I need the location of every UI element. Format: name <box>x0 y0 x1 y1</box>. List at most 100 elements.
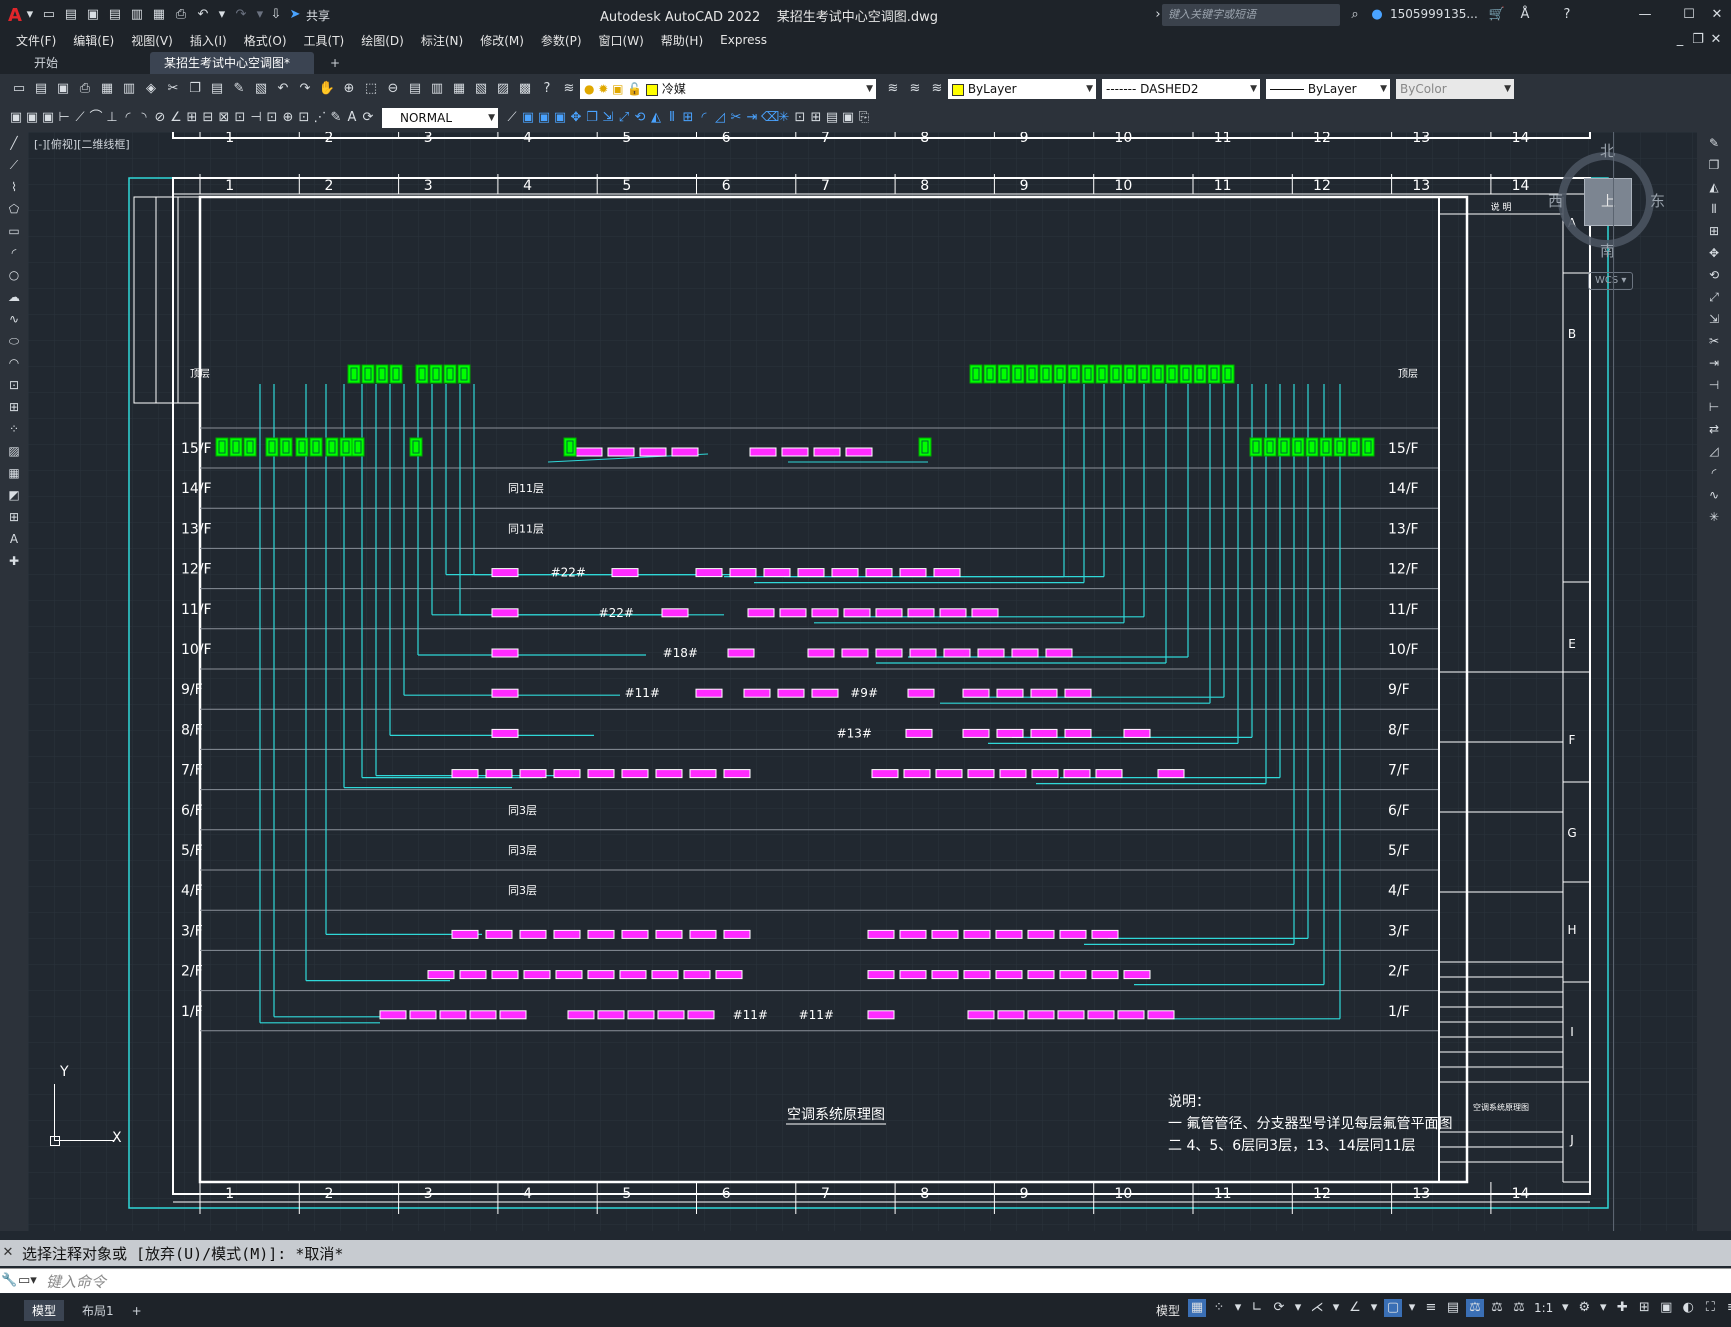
layer-dropdown[interactable]: ● ✹ ▣ 🔓 冷媒 ▼ <box>580 79 876 99</box>
modify-icon[interactable]: ▣ <box>521 109 535 127</box>
menu-dimension[interactable]: 标注(N) <box>421 32 463 49</box>
calculator-icon[interactable]: ▩ <box>516 80 534 98</box>
offset-icon[interactable]: ⫴ <box>665 109 679 127</box>
ellipse-arc-icon[interactable]: ◠ <box>7 354 21 372</box>
plotstyle-dropdown[interactable]: ByColor ▼ <box>1396 79 1514 99</box>
dim-linear-icon[interactable]: ⊢ <box>57 109 71 127</box>
trim-icon[interactable]: ✂ <box>729 109 743 127</box>
menu-tools[interactable]: 工具(T) <box>304 32 345 49</box>
tolerance-icon[interactable]: ⊡ <box>265 109 279 127</box>
zoom-previous-icon[interactable]: ⊖ <box>384 80 402 98</box>
chevron-down-icon[interactable]: ▾ <box>1329 1299 1343 1317</box>
fillet-icon[interactable]: ◜ <box>697 109 711 127</box>
otrack-icon[interactable]: ∠ <box>1346 1299 1364 1317</box>
polar-icon[interactable]: ⟳ <box>1270 1299 1288 1317</box>
ortho-icon[interactable]: ∟ <box>1248 1299 1266 1317</box>
tab-model[interactable]: 模型 <box>24 1300 65 1321</box>
erase-icon[interactable]: ⌫ <box>761 109 779 127</box>
group-icon[interactable]: ▣ <box>841 109 855 127</box>
saveas-icon[interactable]: ▤ <box>106 6 124 24</box>
region-icon[interactable]: ◩ <box>7 486 21 504</box>
doc-minimize-icon[interactable]: _ <box>1673 31 1687 49</box>
explode-icon[interactable]: ✳ <box>1707 508 1721 526</box>
toolbar-icon[interactable]: ▣ <box>41 109 55 127</box>
drawing-canvas[interactable]: 1 2 3 4 5 6 7 8 9 10 11 12 13 14 1 2 3 4 5 6 7 8 9 10 11 12 13 14 1 2… <box>28 132 1697 1231</box>
inspection-icon[interactable]: ⊡ <box>297 109 311 127</box>
polygon-icon[interactable]: ⬠ <box>7 200 21 218</box>
toolbar-icon[interactable]: ▣ <box>9 109 23 127</box>
customize-qat-icon[interactable]: ⇩ <box>269 6 283 24</box>
modify-icon[interactable]: ▣ <box>537 109 551 127</box>
dim-arclength-icon[interactable]: ⌒ <box>89 109 103 127</box>
blend-icon[interactable]: ∿ <box>1707 486 1721 504</box>
annotation-scale-icon[interactable]: ⚖ <box>1510 1299 1528 1317</box>
new-icon[interactable]: ▭ <box>40 6 58 24</box>
make-block-icon[interactable]: ⊞ <box>809 109 823 127</box>
osnap-icon[interactable]: ▢ <box>1384 1299 1402 1317</box>
arc-icon[interactable]: ◜ <box>7 244 21 262</box>
rectangle-icon[interactable]: ▭ <box>7 222 21 240</box>
grid-icon[interactable]: ▦ <box>1188 1299 1206 1317</box>
redo-icon[interactable]: ↷ <box>296 80 314 98</box>
jogged-linear-icon[interactable]: ⋰ <box>313 109 327 127</box>
annotation-visibility-icon[interactable]: ⚖ <box>1466 1299 1484 1317</box>
ellipse-icon[interactable]: ⬭ <box>7 332 21 350</box>
menu-draw[interactable]: 绘图(D) <box>361 32 404 49</box>
zoom-realtime-icon[interactable]: ⊕ <box>340 80 358 98</box>
save-icon[interactable]: ▣ <box>54 80 72 98</box>
autoscale-icon[interactable]: ⚖ <box>1488 1299 1506 1317</box>
layer-state-icon[interactable]: ≋ <box>928 80 946 98</box>
customize-icon[interactable]: 🔧 <box>1 1272 17 1290</box>
share-button[interactable]: 共享 <box>306 7 330 24</box>
rotate-icon[interactable]: ⟲ <box>1707 266 1721 284</box>
chamfer-icon[interactable]: ◿ <box>1707 442 1721 460</box>
command-line[interactable]: 🔧 ▭▾ 键入命令 <box>0 1268 1731 1293</box>
viewcube-top-face[interactable]: 上 <box>1584 178 1632 226</box>
join-icon[interactable]: ⇄ <box>1707 420 1721 438</box>
chevron-down-icon[interactable]: ▾ <box>1405 1299 1419 1317</box>
doc-close-icon[interactable]: ✕ <box>1709 31 1723 49</box>
array-icon[interactable]: ⊞ <box>1707 222 1721 240</box>
new-tab-button[interactable]: + <box>316 52 354 74</box>
dim-jogged-icon[interactable]: ◝ <box>137 109 151 127</box>
cut-icon[interactable]: ✂ <box>164 80 182 98</box>
chevron-down-icon[interactable]: ▾ <box>1367 1299 1381 1317</box>
linetype-dropdown[interactable]: ------- DASHED2 ▼ <box>1102 79 1260 99</box>
units-icon[interactable]: ⊞ <box>1635 1299 1653 1317</box>
dim-space-icon[interactable]: ⊡ <box>233 109 247 127</box>
circle-icon[interactable]: ○ <box>7 266 21 284</box>
layer-previous-icon[interactable]: ≋ <box>906 80 924 98</box>
drawing-svg[interactable]: 1 2 3 4 5 6 7 8 9 10 11 12 13 141 2 3 4 5 6 7 8 9 10 11 12 13 141 2… <box>28 132 1697 1231</box>
publish-icon[interactable]: ▥ <box>128 6 146 24</box>
clean-screen-icon[interactable]: ⛶ <box>1701 1299 1719 1317</box>
copy-icon[interactable]: ❐ <box>1707 156 1721 174</box>
attribute-icon[interactable]: ▤ <box>825 109 839 127</box>
menu-file[interactable]: 文件(F) <box>16 32 56 49</box>
xref-icon[interactable]: ⎘ <box>857 109 871 127</box>
copy-icon[interactable]: ❐ <box>186 80 204 98</box>
preview-icon[interactable]: ▦ <box>98 80 116 98</box>
workspace-gear-icon[interactable]: ⚙ <box>1575 1299 1593 1317</box>
undo-dropdown-icon[interactable]: ▾ <box>215 6 229 24</box>
zoom-window-icon[interactable]: ⬚ <box>362 80 380 98</box>
customize-status-icon[interactable]: ≡ <box>1723 1299 1731 1317</box>
make-block-icon[interactable]: ⊞ <box>7 398 21 416</box>
menu-format[interactable]: 格式(O) <box>244 32 287 49</box>
cart-icon[interactable]: 🛒 <box>1488 6 1506 24</box>
menu-help[interactable]: 帮助(H) <box>661 32 703 49</box>
add-layout-button[interactable]: + <box>132 1304 142 1318</box>
help-icon[interactable]: ? <box>1558 6 1576 24</box>
polyline-icon[interactable]: ⌇ <box>7 178 21 196</box>
extend-icon[interactable]: ⇥ <box>745 109 759 127</box>
lineweight-dropdown[interactable]: ByLayer ▼ <box>1266 79 1390 99</box>
trim-icon[interactable]: ✂ <box>1707 332 1721 350</box>
fillet-icon[interactable]: ◜ <box>1707 464 1721 482</box>
undo-icon[interactable]: ↶ <box>194 6 212 24</box>
dim-text-edit-icon[interactable]: A <box>345 109 359 127</box>
dim-update-icon[interactable]: ⟳ <box>361 109 375 127</box>
layer-properties-icon[interactable]: ≋ <box>560 80 578 98</box>
make-current-layer-icon[interactable]: ≋ <box>884 80 902 98</box>
dim-break-icon[interactable]: ⊣ <box>249 109 263 127</box>
annotation-monitor-icon[interactable]: ✚ <box>1613 1299 1631 1317</box>
dim-edit-icon[interactable]: ✎ <box>329 109 343 127</box>
